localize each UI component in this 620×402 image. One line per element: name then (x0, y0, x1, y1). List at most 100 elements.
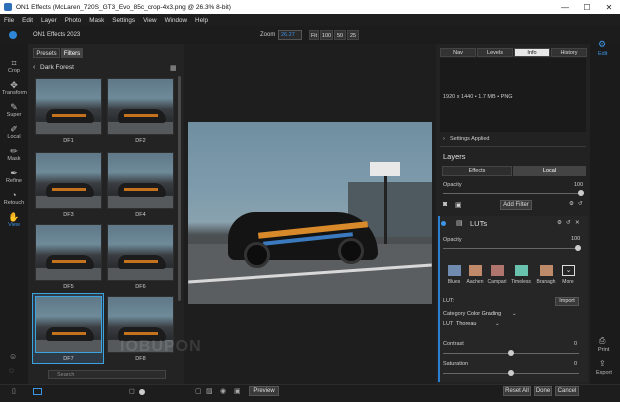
print-label[interactable]: Print (598, 347, 609, 353)
preset-thumb-df4[interactable] (107, 152, 174, 209)
tool-mask[interactable]: ✏ Mask (2, 146, 26, 162)
toggle-panel-icon[interactable]: ▯ (12, 387, 16, 395)
menu-view[interactable]: View (143, 17, 157, 24)
color-wheel-icon[interactable]: ◉ (220, 387, 226, 395)
export-label[interactable]: Export (596, 370, 612, 376)
opacity-label: Opacity (443, 182, 462, 188)
reset-all-button[interactable]: Reset All (503, 386, 531, 396)
lut-swatch-branagh[interactable] (540, 265, 553, 276)
tab-history[interactable]: History (551, 48, 587, 57)
tab-info[interactable]: Info (514, 48, 550, 57)
settings-applied[interactable]: Settings Applied (450, 136, 489, 142)
preset-thumb-df7[interactable] (35, 296, 102, 353)
import-button[interactable]: Import (555, 297, 579, 306)
close-button[interactable]: ✕ (598, 3, 620, 12)
contrast-value[interactable]: 0 (574, 341, 577, 347)
preset-thumb-df5[interactable] (35, 224, 102, 281)
preset-thumb-df6[interactable] (107, 224, 174, 281)
back-chevron-icon[interactable]: ‹ (33, 64, 35, 71)
zoom-25-button[interactable]: 25 (347, 30, 359, 40)
filter-enabled-dot[interactable] (441, 221, 446, 226)
menu-mask[interactable]: Mask (89, 17, 104, 24)
preset-thumb-df2[interactable] (107, 78, 174, 135)
tool-view[interactable]: ✋ View (2, 212, 26, 228)
lut-close-icon[interactable]: ✕ (575, 220, 580, 226)
menu-help[interactable]: Help (195, 17, 208, 24)
done-button[interactable]: Done (534, 386, 552, 396)
user-icon[interactable]: ☺ (9, 352, 17, 361)
saturation-slider-knob[interactable] (508, 370, 514, 376)
opacity-value[interactable]: 100 (574, 182, 583, 188)
tab-presets[interactable]: Presets (33, 48, 60, 58)
zoom-100-button[interactable]: 100 (320, 30, 333, 40)
photo-canvas[interactable] (188, 122, 432, 304)
tool-local[interactable]: ✐ Local (2, 124, 26, 140)
maximize-button[interactable]: ☐ (576, 3, 598, 12)
lut-reset-icon[interactable]: ↺ (566, 220, 571, 226)
zoom-input[interactable]: 26.27 (278, 30, 302, 40)
settings-gear-icon[interactable]: ⚙ (569, 201, 574, 207)
lut-opacity-value[interactable]: 100 (571, 236, 580, 242)
menu-settings[interactable]: Settings (112, 17, 135, 24)
contrast-slider-knob[interactable] (508, 350, 514, 356)
tab-filters[interactable]: Filters (61, 48, 83, 58)
tab-nav[interactable]: Nav (440, 48, 476, 57)
lut-swatch-aachen[interactable] (469, 265, 482, 276)
tab-levels[interactable]: Levels (477, 48, 513, 57)
opacity-slider[interactable] (443, 193, 581, 194)
preset-thumb-df3[interactable] (35, 152, 102, 209)
tool-retouch[interactable]: ◔ Retouch (2, 190, 26, 206)
edit-icon[interactable]: ⚙ (598, 39, 606, 50)
film-icon[interactable]: ▣ (455, 201, 462, 209)
opacity-slider-knob[interactable] (578, 190, 584, 196)
preset-label: DF1 (63, 138, 74, 144)
edit-label[interactable]: Edit (598, 51, 607, 57)
category-dropdown[interactable]: Color Grading (467, 311, 501, 317)
compare-icon[interactable]: ▢ (195, 387, 202, 395)
menu-photo[interactable]: Photo (65, 17, 81, 24)
category-chevron-icon[interactable]: ⌄ (512, 311, 517, 317)
preset-thumb-df1[interactable] (35, 78, 102, 135)
grid-view-icon[interactable]: ▦ (170, 64, 177, 72)
minimize-button[interactable]: — (554, 3, 576, 12)
menu-window[interactable]: Window (165, 17, 187, 24)
tool-super[interactable]: ✎ Super (2, 102, 26, 118)
menu-layer[interactable]: Layer (41, 17, 57, 24)
help-icon[interactable]: ◌ (9, 366, 14, 375)
cancel-button[interactable]: Cancel (555, 386, 579, 396)
lut-chevron-icon[interactable]: ⌄ (495, 321, 500, 327)
overlay-icon[interactable]: ▣ (234, 387, 241, 395)
chevron-right-icon[interactable]: › (443, 136, 445, 142)
print-icon[interactable]: ⎙ (599, 336, 605, 346)
lut-opacity-slider[interactable] (443, 248, 579, 249)
lut-more-icon[interactable]: ⌄ (562, 265, 575, 276)
menu-edit[interactable]: Edit (22, 17, 33, 24)
lut-settings-icon[interactable]: ⚙ (557, 220, 562, 226)
search-input[interactable]: Search (48, 370, 166, 379)
lut-swatch-blues[interactable] (448, 265, 461, 276)
reset-icon[interactable]: ↺ (578, 201, 583, 207)
export-icon[interactable]: ⇪ (599, 359, 606, 368)
saturation-value[interactable]: 0 (574, 361, 577, 367)
tab-effects[interactable]: Effects (442, 166, 512, 176)
lut-dropdown[interactable]: Thoreau (456, 321, 477, 327)
lut-swatch-campari[interactable] (491, 265, 504, 276)
browser-scrollbar[interactable] (178, 76, 181, 301)
tool-refine[interactable]: ✒ Refine (2, 168, 26, 184)
contrast-label: Contrast (443, 341, 464, 347)
lut-swatch-timeless[interactable] (515, 265, 528, 276)
tool-transform[interactable]: ✥ Transform (2, 80, 27, 96)
preview-button[interactable]: Preview (249, 386, 279, 396)
category-label: Category (443, 311, 466, 317)
tab-local[interactable]: Local (513, 166, 586, 176)
menu-file[interactable]: File (4, 17, 14, 24)
zoom-fit-button[interactable]: Fit (309, 30, 319, 40)
add-filter-button[interactable]: Add Filter (500, 200, 532, 210)
tool-crop[interactable]: ⌗ Crop (2, 58, 26, 74)
zoom-50-button[interactable]: 50 (334, 30, 346, 40)
camera-icon[interactable]: ◙ (443, 201, 447, 208)
thumb-size-slider[interactable] (139, 389, 145, 395)
lut-opacity-knob[interactable] (575, 245, 581, 251)
mask-view-icon[interactable]: ▨ (206, 387, 213, 395)
single-view-icon[interactable] (33, 388, 42, 395)
